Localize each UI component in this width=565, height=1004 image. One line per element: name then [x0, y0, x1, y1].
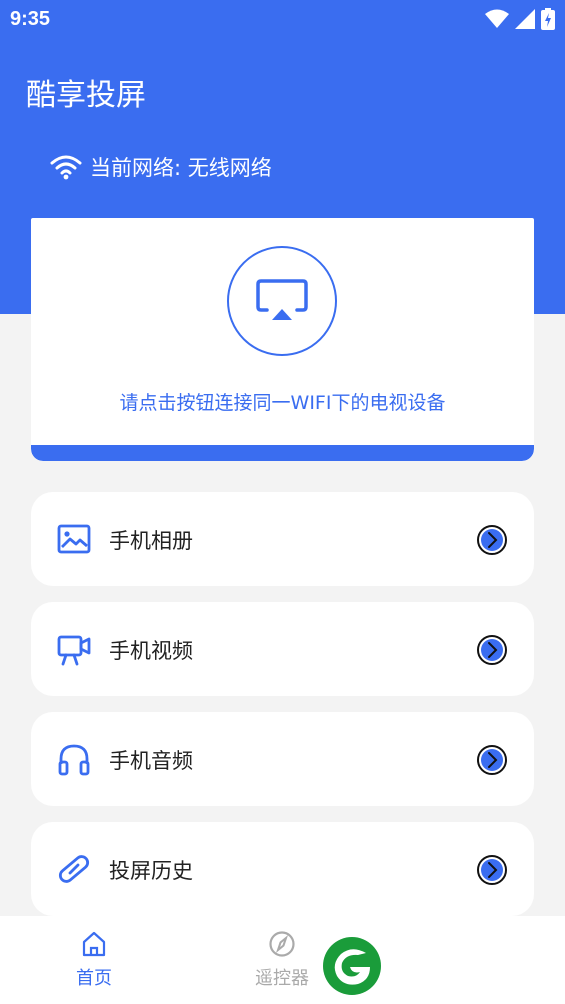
menu-item-videos[interactable]: 手机视频	[31, 602, 534, 696]
menu-item-history[interactable]: 投屏历史	[31, 822, 534, 916]
tab-home[interactable]: 首页	[54, 930, 134, 990]
network-text: 当前网络: 无线网络	[90, 156, 272, 180]
menu-item-photos[interactable]: 手机相册	[31, 492, 534, 586]
home-icon	[82, 931, 106, 957]
link-icon	[58, 855, 90, 883]
network-status: 当前网络: 无线网络	[50, 152, 272, 182]
compass-icon	[269, 931, 295, 957]
status-icons	[485, 8, 555, 30]
video-camera-icon	[57, 635, 91, 666]
menu-label-photos: 手机相册	[109, 529, 193, 553]
card-accent-bar	[31, 445, 534, 461]
battery-icon	[541, 8, 555, 30]
screen-cast-icon	[256, 279, 308, 320]
connect-hint: 请点击按钮连接同一WIFI下的电视设备	[119, 392, 446, 414]
headphones-icon	[58, 744, 90, 776]
arrow-right-icon	[477, 745, 507, 775]
wifi-icon	[50, 155, 82, 180]
tab-remote-label: 遥控器	[255, 968, 309, 989]
menu-item-audio[interactable]: 手机音频	[31, 712, 534, 806]
menu-label-history: 投屏历史	[109, 859, 193, 883]
tab-home-label: 首页	[76, 968, 112, 989]
menu-label-audio: 手机音频	[109, 749, 193, 773]
status-bar: 9:35	[0, 0, 565, 40]
cast-button[interactable]	[227, 246, 337, 356]
connect-card: 请点击按钮连接同一WIFI下的电视设备	[31, 218, 534, 461]
bottom-tab-bar: 首页 遥控器	[0, 916, 565, 1004]
arrow-right-icon	[477, 635, 507, 665]
app-title: 酷享投屏	[26, 78, 146, 113]
leaf-logo-icon	[323, 937, 381, 995]
photo-icon	[57, 524, 91, 554]
wifi-signal-icon	[485, 9, 509, 28]
menu-label-videos: 手机视频	[109, 639, 193, 663]
arrow-right-icon	[477, 525, 507, 555]
status-time: 9:35	[10, 8, 51, 30]
cell-signal-icon	[515, 9, 535, 29]
arrow-right-icon	[477, 855, 507, 885]
tab-remote[interactable]: 遥控器	[242, 930, 322, 990]
